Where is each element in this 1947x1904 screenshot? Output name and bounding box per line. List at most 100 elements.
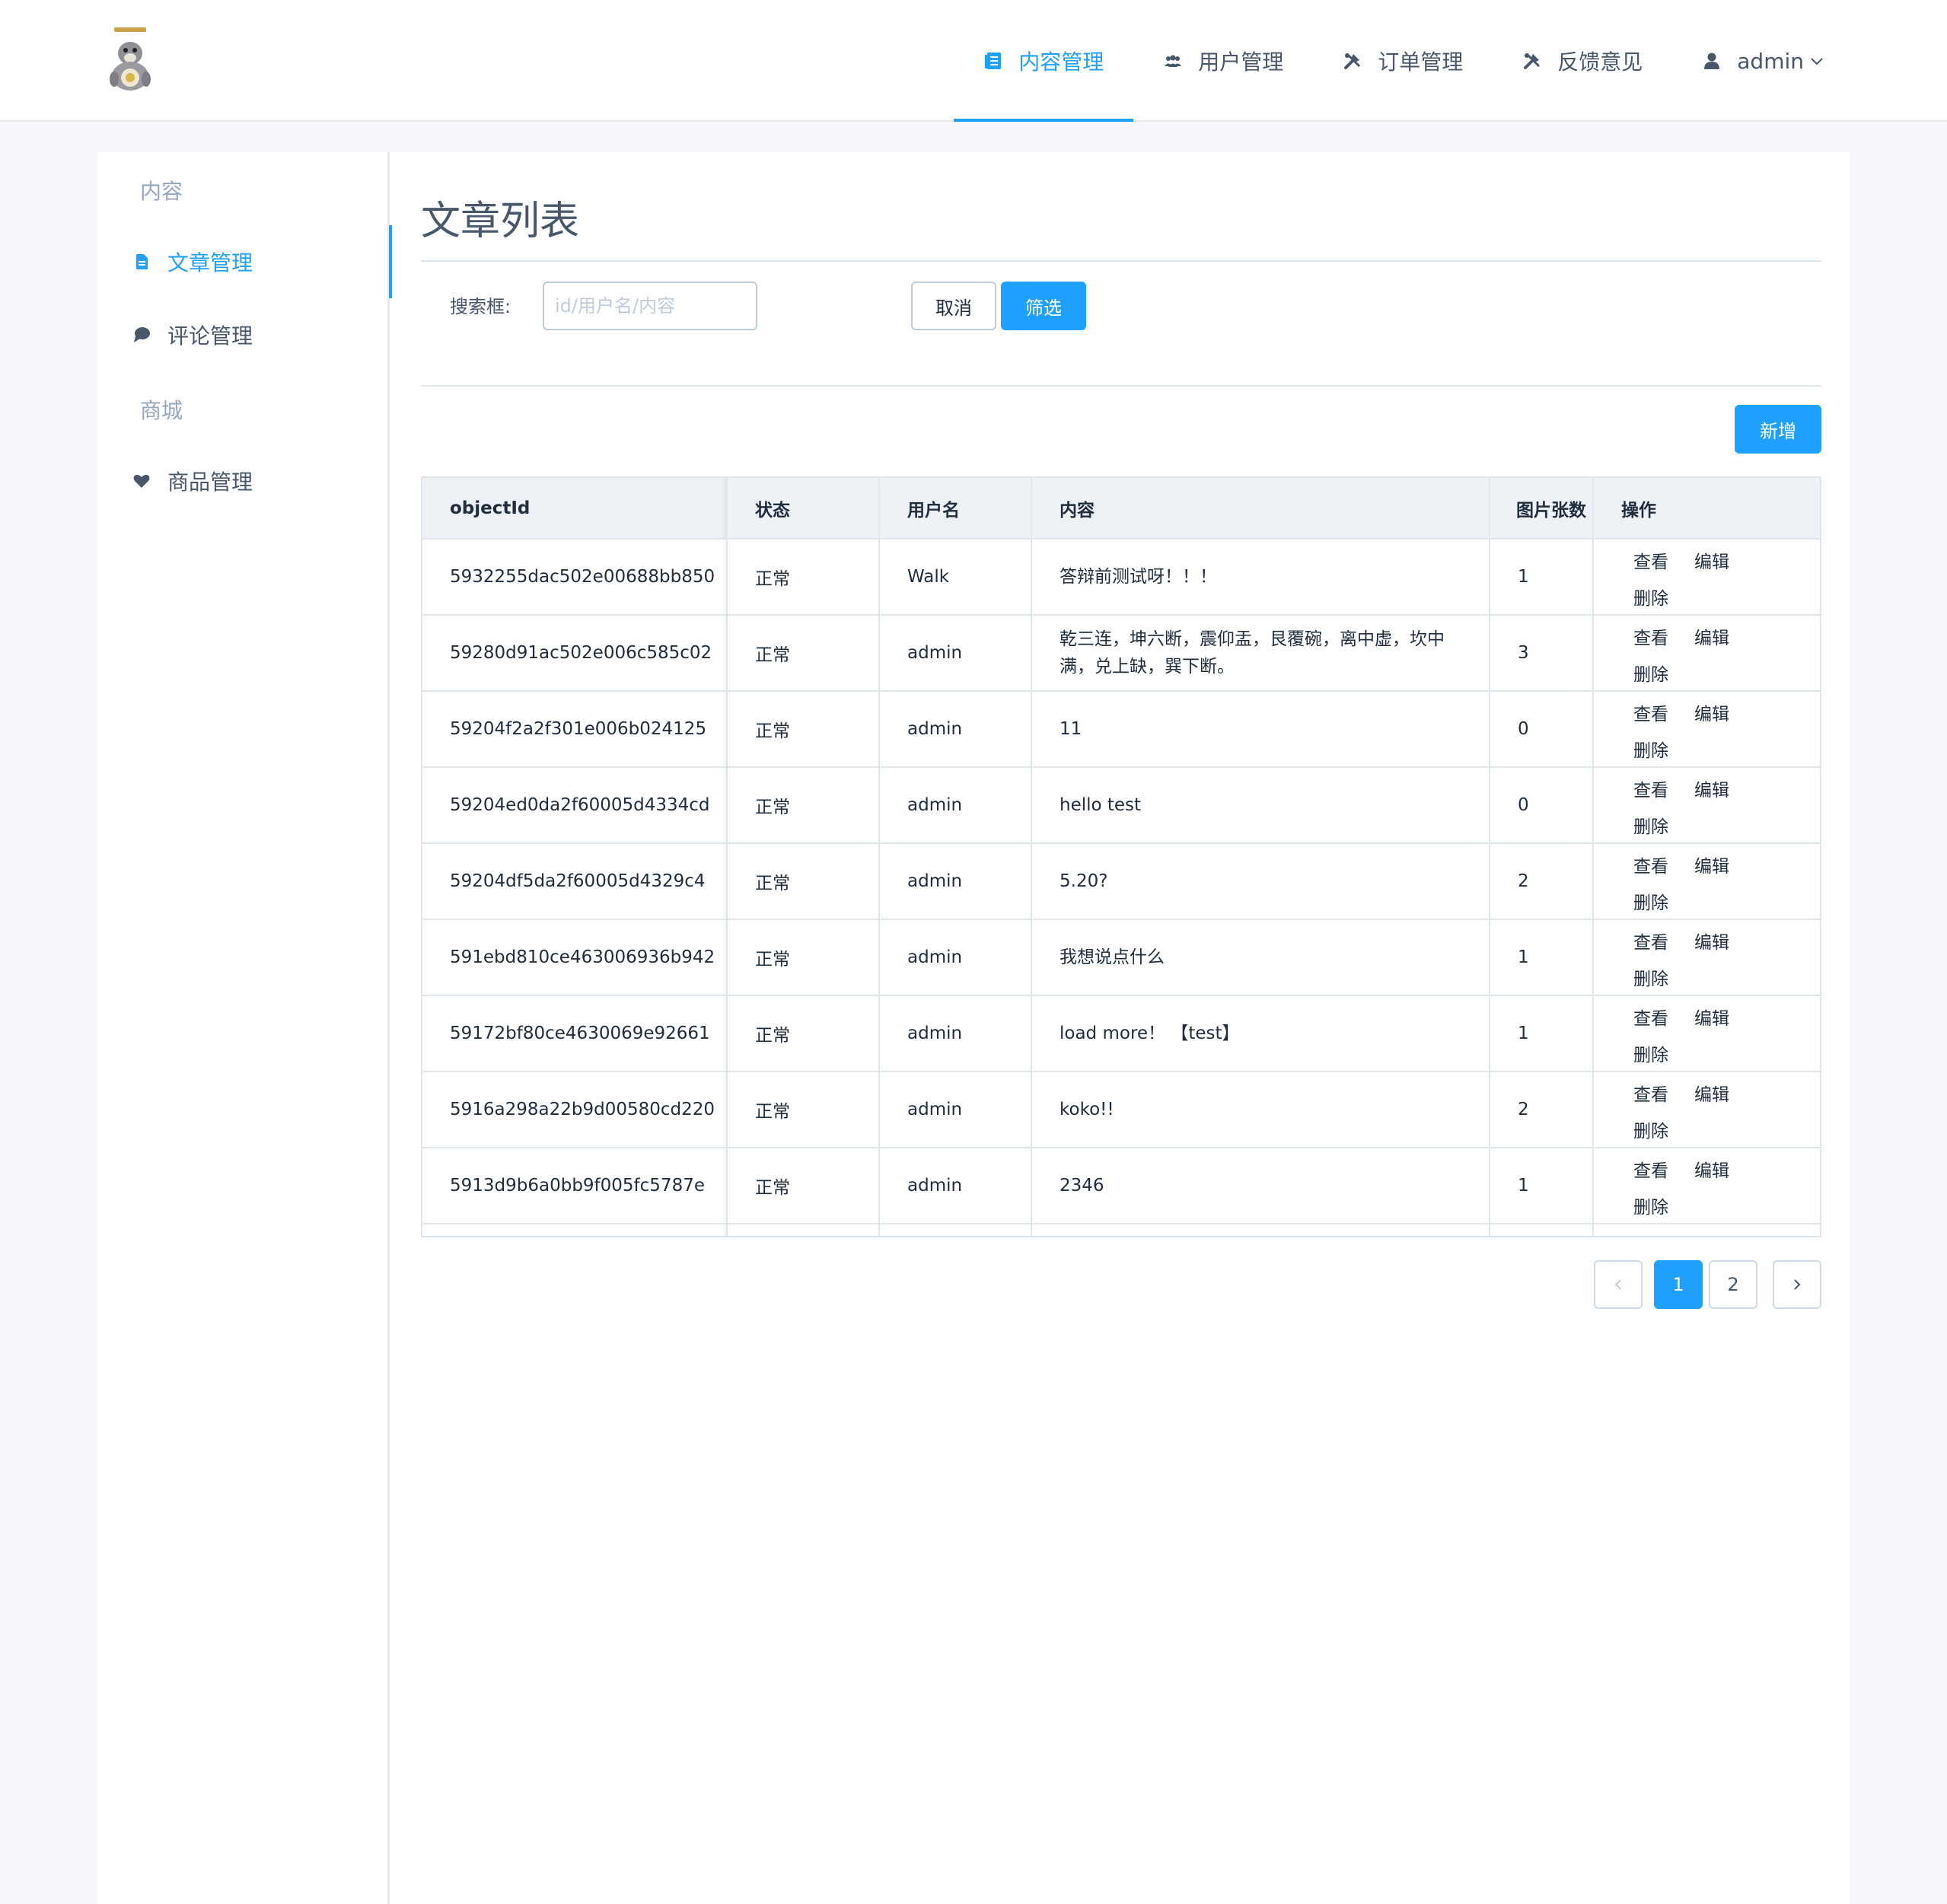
- sidebar-item-articles[interactable]: 文章管理: [97, 225, 392, 298]
- nav-item-content[interactable]: 内容管理: [954, 0, 1134, 122]
- view-link[interactable]: 查看: [1633, 1232, 1668, 1236]
- objectid-cell: 59204df5da2f60005d4329c4: [422, 843, 728, 920]
- view-link[interactable]: 查看: [1633, 623, 1668, 649]
- view-link[interactable]: 查看: [1633, 852, 1668, 877]
- objectid-cell: 59172bf80ce4630069e92661: [422, 995, 728, 1072]
- content-cell: 答辩前测试呀！！！: [1031, 539, 1490, 616]
- edit-link[interactable]: 编辑: [1694, 928, 1729, 954]
- chevron-left-icon: [1614, 1279, 1621, 1290]
- image-count-cell: 1: [1490, 919, 1594, 996]
- delete-link[interactable]: 删除: [1633, 1116, 1668, 1142]
- nav-label: 内容管理: [1018, 49, 1104, 75]
- chevron-down-icon: [1811, 58, 1823, 65]
- sidebar-item-comments[interactable]: 评论管理: [97, 298, 390, 371]
- content-cell: 5.20?: [1031, 843, 1490, 920]
- edit-link[interactable]: 编辑: [1694, 699, 1729, 725]
- actions-cell: 查看编辑删除: [1593, 1224, 1820, 1236]
- actions-cell: 查看 编辑删除: [1593, 843, 1820, 920]
- cancel-button[interactable]: 取消: [911, 282, 996, 330]
- delete-link[interactable]: 删除: [1633, 812, 1668, 838]
- delete-link[interactable]: 删除: [1633, 888, 1668, 914]
- objectid-cell: [422, 1224, 728, 1236]
- image-count-cell: 3: [1490, 615, 1594, 692]
- articles-table: objectId 状态 用户名 内容 图片张数 操作 5932255dac502…: [421, 476, 1821, 1237]
- view-link[interactable]: 查看: [1633, 928, 1668, 954]
- actions-cell: 查看编辑删除: [1593, 1071, 1820, 1148]
- page-button-1[interactable]: 1: [1654, 1260, 1703, 1309]
- delete-link[interactable]: 删除: [1633, 584, 1668, 610]
- edit-link[interactable]: 编辑: [1694, 1004, 1729, 1030]
- page-button-2[interactable]: 2: [1709, 1260, 1757, 1309]
- delete-link[interactable]: 删除: [1633, 660, 1668, 686]
- prev-page-button[interactable]: [1594, 1260, 1643, 1309]
- row-actions: 查看编辑删除: [1594, 692, 1820, 766]
- status-cell: 正常: [727, 995, 880, 1072]
- username-cell: admin: [879, 615, 1032, 692]
- delete-link[interactable]: 删除: [1633, 964, 1668, 990]
- delete-link[interactable]: 删除: [1633, 1192, 1668, 1218]
- row-actions: 查看编辑删除: [1594, 1072, 1820, 1147]
- column-header-status[interactable]: 状态: [727, 478, 880, 540]
- username-cell: admin: [879, 767, 1032, 844]
- nav-item-orders[interactable]: 订单管理: [1313, 0, 1493, 122]
- divider: [421, 385, 1821, 387]
- username-cell: admin: [879, 995, 1032, 1072]
- chevron-right-icon: [1794, 1279, 1801, 1290]
- content-cell: load more！ 【test】: [1031, 995, 1490, 1072]
- view-link[interactable]: 查看: [1633, 775, 1668, 801]
- filter-button[interactable]: 筛选: [1001, 282, 1086, 330]
- sidebar: 内容 文章管理 评论管理 商城 商品管理: [97, 152, 392, 1904]
- column-header-image-count[interactable]: 图片张数: [1490, 478, 1594, 540]
- objectid-cell: 5913d9b6a0bb9f005fc5787e: [422, 1148, 728, 1224]
- row-actions: 查看编辑删除: [1594, 768, 1820, 842]
- column-header-content[interactable]: 内容: [1031, 478, 1490, 540]
- nav-item-users[interactable]: 用户管理: [1133, 0, 1313, 122]
- content-cell: 11: [1031, 691, 1490, 768]
- status-cell: 正常: [727, 691, 880, 768]
- edit-link[interactable]: 编辑: [1694, 623, 1729, 649]
- nav-item-feedback[interactable]: 反馈意见: [1493, 0, 1672, 122]
- users-icon: [1165, 55, 1182, 67]
- view-link[interactable]: 查看: [1633, 1080, 1668, 1106]
- column-header-objectid[interactable]: objectId: [422, 478, 728, 540]
- actions-cell: 查看编辑删除: [1593, 691, 1820, 768]
- sidebar-item-label: 文章管理: [167, 250, 253, 275]
- edit-link[interactable]: 编辑: [1694, 547, 1729, 573]
- view-link[interactable]: 查看: [1633, 699, 1668, 725]
- next-page-button[interactable]: [1773, 1260, 1821, 1309]
- actions-cell: 查看编辑删除: [1593, 995, 1820, 1072]
- actions-cell: 查看编辑删除: [1593, 767, 1820, 844]
- edit-link[interactable]: 编辑: [1694, 1080, 1729, 1106]
- row-actions: 查看编辑删除: [1594, 616, 1820, 690]
- view-link[interactable]: 查看: [1633, 1156, 1668, 1182]
- table-row: 查看编辑删除: [422, 1224, 1820, 1236]
- user-menu[interactable]: admin: [1672, 0, 1825, 122]
- comment-icon: [134, 327, 150, 342]
- sidebar-item-products[interactable]: 商品管理: [97, 444, 390, 517]
- username-cell: Walk: [879, 539, 1032, 616]
- sidebar-group-title: 内容: [140, 179, 183, 204]
- content-cell: 乾三连，坤六断，震仰盂，艮覆碗，离中虚，坎中满，兑上缺，巽下断。: [1031, 615, 1490, 692]
- document-icon: [136, 254, 148, 269]
- sidebar-item-label: 评论管理: [167, 323, 253, 349]
- row-actions: 查看编辑删除: [1594, 1224, 1820, 1236]
- edit-link[interactable]: 编辑: [1694, 775, 1729, 801]
- username-cell: [879, 1224, 1032, 1236]
- edit-link[interactable]: 编辑: [1694, 1232, 1729, 1236]
- top-navbar: 内容管理 用户管理 订单管理 反馈意见 admin: [0, 0, 1947, 122]
- logo[interactable]: [104, 24, 157, 93]
- heart-icon: [133, 474, 150, 488]
- edit-link[interactable]: 编辑: [1694, 1156, 1729, 1182]
- edit-link[interactable]: 编辑: [1694, 852, 1729, 877]
- view-link[interactable]: 查看: [1633, 547, 1668, 573]
- view-link[interactable]: 查看: [1633, 1004, 1668, 1030]
- image-count-cell: 0: [1490, 767, 1594, 844]
- add-button[interactable]: 新增: [1735, 405, 1821, 454]
- status-cell: 正常: [727, 1071, 880, 1148]
- delete-link[interactable]: 删除: [1633, 736, 1668, 762]
- status-cell: 正常: [727, 615, 880, 692]
- row-actions: 查看 编辑删除: [1594, 844, 1820, 919]
- delete-link[interactable]: 删除: [1633, 1040, 1668, 1066]
- search-input[interactable]: [543, 282, 757, 330]
- column-header-username[interactable]: 用户名: [879, 478, 1032, 540]
